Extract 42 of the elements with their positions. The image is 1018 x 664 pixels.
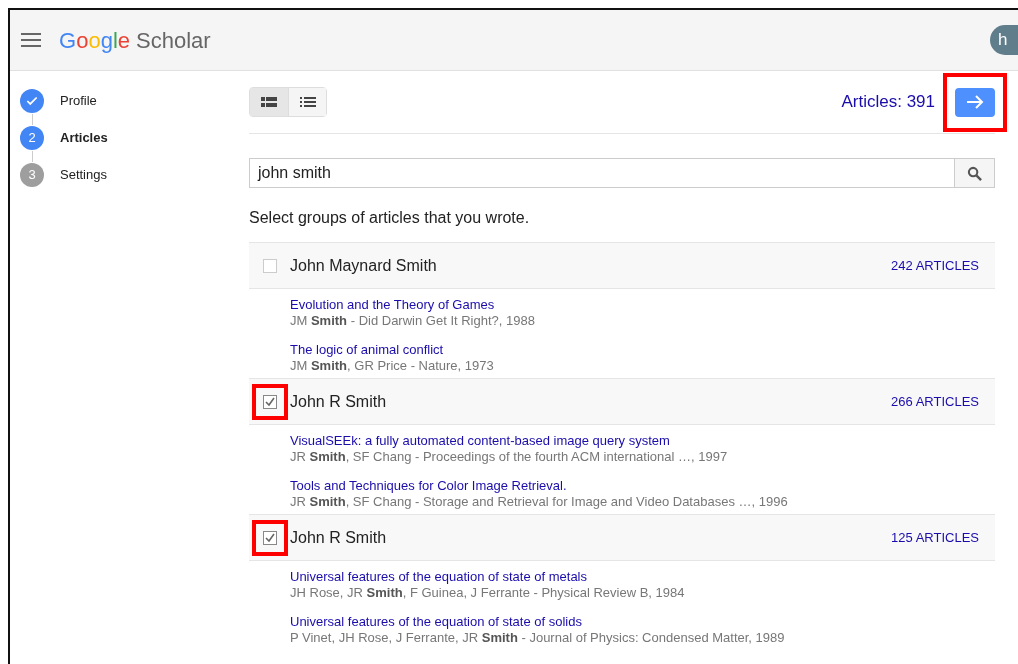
author-name: John R Smith bbox=[290, 391, 387, 412]
article-meta: P Vinet, JH Rose, J Ferrante, JR Smith - Journal of Physics: Condensed Matter, 1989 bbox=[290, 630, 786, 646]
search-icon bbox=[967, 165, 982, 181]
search-button[interactable] bbox=[955, 158, 995, 188]
article-title-link[interactable]: Tools and Techniques for Color Image Retrieval. bbox=[290, 478, 995, 494]
article-count: Articles: 391 bbox=[841, 91, 935, 114]
checkbox[interactable] bbox=[263, 258, 277, 273]
search-field[interactable]: john smith bbox=[249, 158, 955, 188]
articles-count-link[interactable]: 125 ARTICLES bbox=[891, 527, 979, 548]
highlight-frame bbox=[252, 383, 288, 420]
article-title-link[interactable]: Universal features of the equation of state of metals bbox=[290, 569, 995, 585]
compact-list-icon bbox=[299, 96, 316, 108]
next-button[interactable] bbox=[955, 87, 995, 117]
arrow-right-icon bbox=[966, 94, 984, 110]
step-label[interactable]: Articles bbox=[60, 128, 108, 148]
article-meta: JR Smith, SF Chang - Storage and Retrieval for Image and Video Databases …, 1996 bbox=[290, 494, 789, 510]
article-meta: JH Rose, JR Smith, F Guinea, J Ferrante - Physical Review B, 1984 bbox=[290, 585, 686, 601]
detailed-list-icon bbox=[261, 96, 277, 108]
articles-count-link[interactable]: 266 ARTICLES bbox=[891, 391, 979, 412]
step-number: 2 bbox=[20, 126, 44, 150]
menu-icon[interactable] bbox=[21, 33, 41, 47]
article-title-link[interactable]: Universal features of the equation of state of solids bbox=[290, 614, 995, 630]
article-title-link[interactable]: Evolution and the Theory of Games bbox=[290, 297, 995, 313]
view-toggle-button[interactable] bbox=[288, 88, 326, 116]
step-label[interactable]: Profile bbox=[60, 91, 97, 111]
articles-count-link[interactable]: 242 ARTICLES bbox=[891, 255, 979, 276]
view-toggle-button[interactable] bbox=[250, 88, 288, 116]
author-name: John Maynard Smith bbox=[290, 255, 437, 276]
highlight-frame bbox=[252, 519, 288, 556]
article-meta: JR Smith, SF Chang - Proceedings of the fourth ACM international …, 1997 bbox=[290, 449, 729, 465]
article-meta: JM Smith - Did Darwin Get It Right?, 1988 bbox=[290, 313, 536, 329]
google-scholar-logo[interactable]: Google Scholar bbox=[59, 23, 211, 57]
checkbox[interactable] bbox=[263, 394, 277, 409]
checkbox[interactable] bbox=[263, 530, 277, 545]
article-title-link[interactable]: VisualSEEk: a fully automated content-based image query system bbox=[290, 433, 995, 449]
author-name: John R Smith bbox=[290, 527, 387, 548]
avatar[interactable]: h bbox=[990, 25, 1018, 55]
article-meta: JM Smith, GR Price - Nature, 1973 bbox=[290, 358, 495, 374]
article-title-link[interactable]: The logic of animal conflict bbox=[290, 342, 995, 358]
step-label[interactable]: Settings bbox=[60, 165, 107, 185]
instruction-text: Select groups of articles that you wrote. bbox=[249, 208, 531, 228]
step-number: 3 bbox=[20, 163, 44, 187]
